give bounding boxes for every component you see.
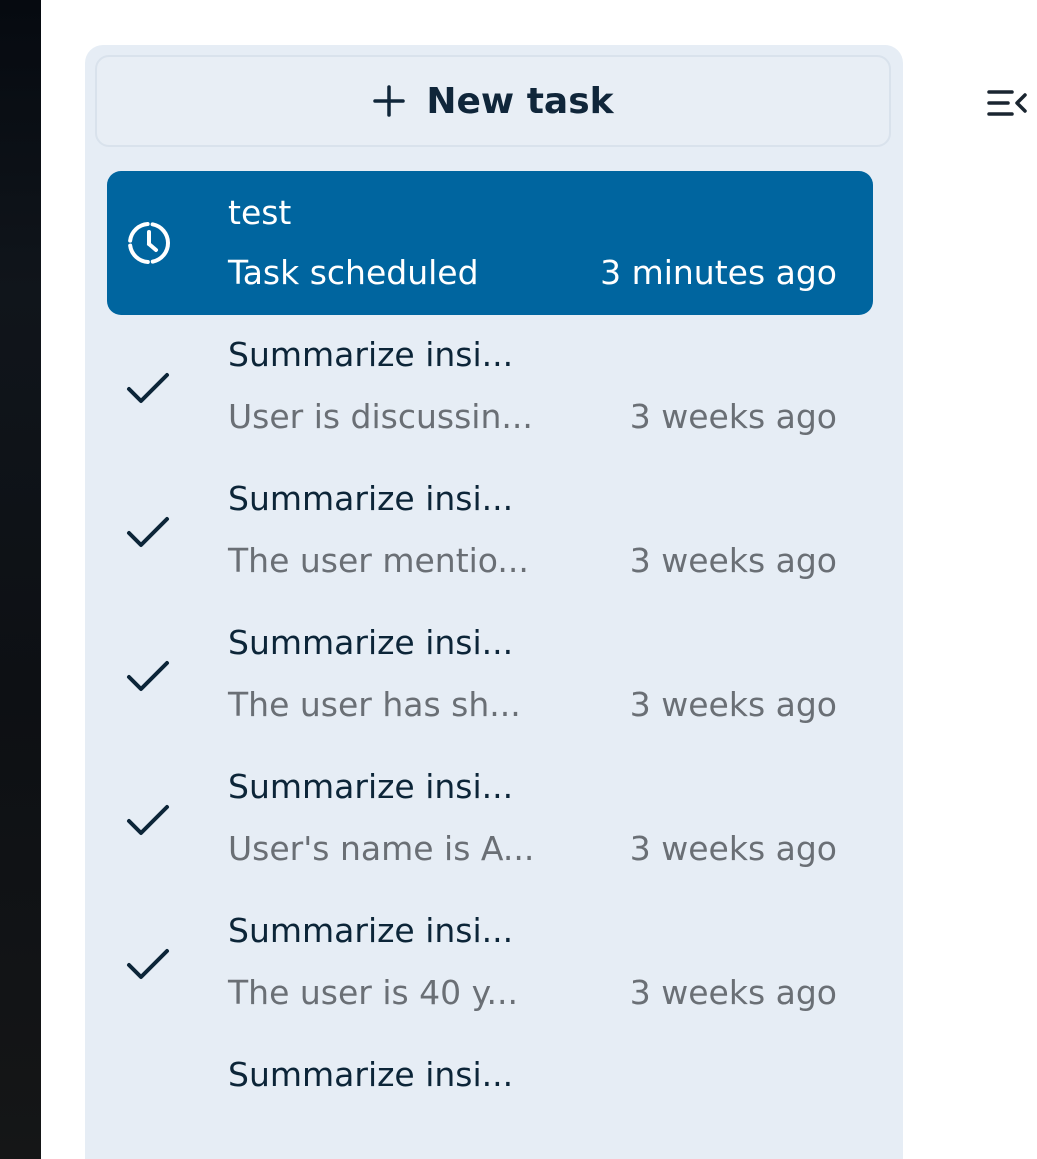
new-task-label: New task <box>426 80 614 122</box>
task-item[interactable]: Summarize insi... The user has sh... 3 w… <box>107 603 873 747</box>
task-item[interactable]: test Task scheduled 3 minutes ago <box>107 171 873 315</box>
task-time: 3 minutes ago <box>600 253 837 292</box>
task-item[interactable]: Summarize insi... User's name is A... 3 … <box>107 747 873 891</box>
task-title: Summarize insi... <box>228 767 514 806</box>
check-icon <box>127 805 169 835</box>
task-item[interactable]: Summarize insi... User is discussin... 3… <box>107 315 873 459</box>
task-sidebar: New task test Task scheduled 3 minutes a… <box>85 45 903 1159</box>
task-time: 3 weeks ago <box>629 829 837 868</box>
scheduled-clock-icon <box>128 222 170 264</box>
task-time: 3 weeks ago <box>629 973 837 1012</box>
task-list: test Task scheduled 3 minutes ago Summar… <box>85 171 903 1159</box>
task-title: test <box>228 193 292 232</box>
task-title: Summarize insi... <box>228 623 514 662</box>
task-title: Summarize insi... <box>228 335 514 374</box>
task-title: Summarize insi... <box>228 1055 514 1094</box>
check-icon <box>127 517 169 547</box>
task-subtitle: The user has sh... <box>228 685 521 724</box>
task-subtitle: Task scheduled <box>228 253 479 292</box>
plus-icon <box>373 85 406 117</box>
task-time: 3 weeks ago <box>629 685 837 724</box>
background-window-edge <box>0 0 41 1159</box>
check-icon <box>127 949 169 979</box>
task-subtitle: The user mentio... <box>228 541 529 580</box>
check-icon <box>127 373 169 403</box>
task-title: Summarize insi... <box>228 479 514 518</box>
task-subtitle: User's name is A... <box>228 829 535 868</box>
task-item[interactable]: Summarize insi... <box>107 1035 873 1159</box>
task-title: Summarize insi... <box>228 911 514 950</box>
task-time: 3 weeks ago <box>629 397 837 436</box>
new-task-button[interactable]: New task <box>95 55 891 147</box>
task-time: 3 weeks ago <box>629 541 837 580</box>
task-item[interactable]: Summarize insi... The user is 40 y... 3 … <box>107 891 873 1035</box>
collapse-sidebar-icon[interactable] <box>986 86 1028 120</box>
task-subtitle: User is discussin... <box>228 397 533 436</box>
check-icon <box>127 661 169 691</box>
task-subtitle: The user is 40 y... <box>228 973 518 1012</box>
task-item[interactable]: Summarize insi... The user mentio... 3 w… <box>107 459 873 603</box>
